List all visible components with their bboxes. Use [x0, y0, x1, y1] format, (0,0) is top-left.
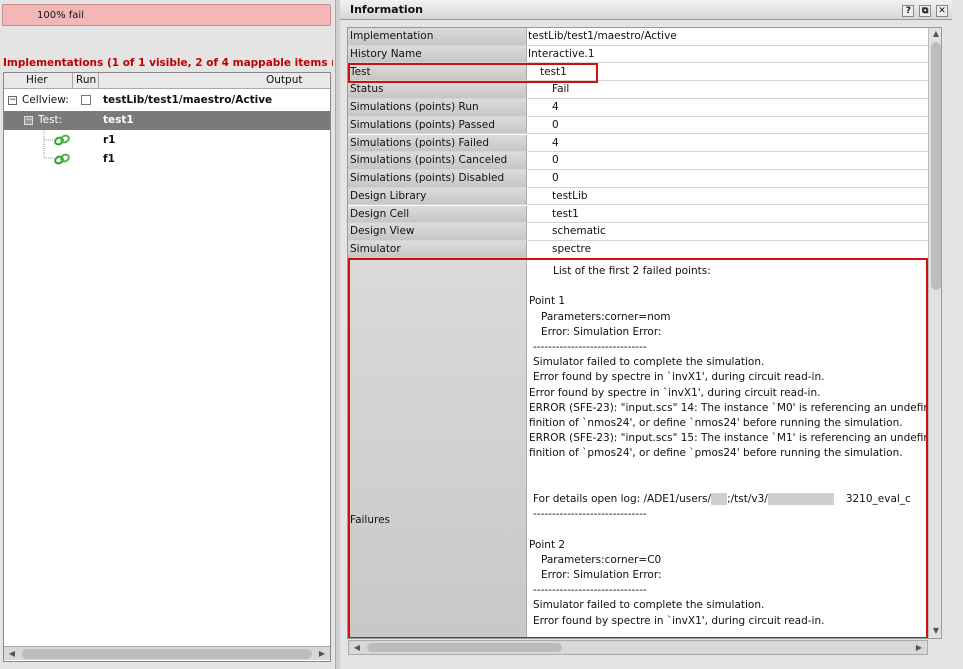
info-row-key: History Name — [348, 45, 527, 63]
info-row[interactable]: History Name Interactive.1 — [348, 45, 928, 64]
fail-status-bar: 100% fail — [2, 4, 331, 26]
info-row-key: Simulations (points) Passed — [348, 116, 527, 134]
scrollbar-thumb[interactable] — [931, 42, 941, 290]
information-table[interactable]: Implementation testLib/test1/maestro/Acti… — [347, 27, 942, 639]
cellview-value: testLib/test1/maestro/Active — [103, 94, 273, 106]
column-output[interactable]: Output — [266, 74, 302, 86]
tree-row-child[interactable]: r1 — [4, 131, 330, 150]
scrollbar-thumb[interactable] — [22, 649, 312, 659]
child-label: f1 — [103, 153, 115, 165]
vertical-scrollbar[interactable]: ▲ ▼ — [928, 28, 941, 638]
information-title: Information — [350, 3, 423, 16]
info-row-value: test1 — [552, 207, 579, 220]
implementations-pane: 100% fail Implementations (1 of 1 visibl… — [0, 0, 335, 669]
information-titlebar: Information ? ⧉ ✕ — [340, 0, 952, 20]
info-row-value: 4 — [552, 101, 559, 113]
info-row-key: Simulator — [348, 241, 527, 258]
scrollbar-thumb[interactable] — [367, 643, 562, 652]
info-row[interactable]: Simulations (points) Disabled 0 — [348, 170, 928, 188]
scroll-right-icon[interactable]: ▶ — [316, 648, 328, 660]
horizontal-scrollbar[interactable]: ◀ ▶ — [348, 640, 928, 655]
help-icon[interactable]: ? — [902, 5, 915, 17]
info-row-key: Design Library — [348, 187, 527, 205]
left-horizontal-scrollbar[interactable]: ◀ ▶ — [4, 646, 330, 660]
test-row-highlight — [348, 63, 598, 83]
info-row-value: 0 — [552, 154, 559, 167]
info-row-key: Simulations (points) Run — [348, 99, 527, 116]
restore-icon[interactable]: ⧉ — [919, 5, 932, 17]
information-pane: Information ? ⧉ ✕ Implementation testLib/… — [340, 0, 963, 669]
child-label: r1 — [103, 134, 116, 146]
info-row-key: Simulations (points) Canceled — [348, 152, 527, 169]
info-row-key: Status — [348, 81, 527, 98]
info-row[interactable]: Implementation testLib/test1/maestro/Acti… — [348, 28, 928, 46]
info-row[interactable]: Design View schematic — [348, 223, 928, 241]
test-value: test1 — [103, 114, 134, 126]
info-row[interactable]: Status Fail — [348, 81, 928, 99]
scroll-right-icon[interactable]: ▶ — [913, 642, 925, 654]
info-row[interactable]: Simulations (points) Run 4 — [348, 99, 928, 117]
scroll-down-icon[interactable]: ▼ — [930, 625, 941, 637]
info-row[interactable]: Simulations (points) Canceled 0 — [348, 152, 928, 170]
info-row[interactable]: Design Library testLib — [348, 187, 928, 206]
scroll-left-icon[interactable]: ◀ — [6, 648, 18, 660]
info-row-key: Implementation — [348, 28, 527, 45]
scroll-up-icon[interactable]: ▲ — [930, 28, 941, 40]
info-row-value: 0 — [552, 172, 559, 184]
info-row-value: Interactive.1 — [528, 47, 595, 60]
info-row-value: testLib — [552, 189, 588, 202]
info-row-value: spectre — [552, 243, 592, 255]
fail-status-text: 100% fail — [37, 10, 84, 21]
info-row[interactable]: Simulations (points) Passed 0 — [348, 116, 928, 135]
link-icon — [54, 134, 70, 146]
failures-highlight — [348, 258, 928, 638]
info-row-value: schematic — [552, 225, 606, 238]
implementations-tree[interactable]: Hier Run Output − Cellview: testLib/test… — [3, 72, 331, 662]
info-row[interactable]: Simulations (points) Failed 4 — [348, 134, 928, 153]
info-row-value: testLib/test1/maestro/Active — [528, 30, 677, 42]
close-icon[interactable]: ✕ — [936, 5, 948, 17]
info-row[interactable]: Simulator spectre — [348, 241, 928, 259]
info-row-key: Design View — [348, 223, 527, 240]
info-row[interactable]: Design Cell test1 — [348, 205, 928, 224]
implementations-header: Implementations (1 of 1 visible, 2 of 4 … — [3, 57, 333, 69]
info-row-value: Fail — [552, 83, 570, 96]
info-row-value: 4 — [552, 136, 559, 149]
tree-row-child[interactable]: f1 — [4, 150, 330, 169]
scroll-left-icon[interactable]: ◀ — [351, 642, 363, 654]
link-icon — [54, 153, 70, 165]
info-row-value: 0 — [552, 118, 559, 131]
info-row-key: Simulations (points) Failed — [348, 134, 527, 152]
info-row-key: Simulations (points) Disabled — [348, 170, 527, 187]
info-row-key: Design Cell — [348, 205, 527, 223]
